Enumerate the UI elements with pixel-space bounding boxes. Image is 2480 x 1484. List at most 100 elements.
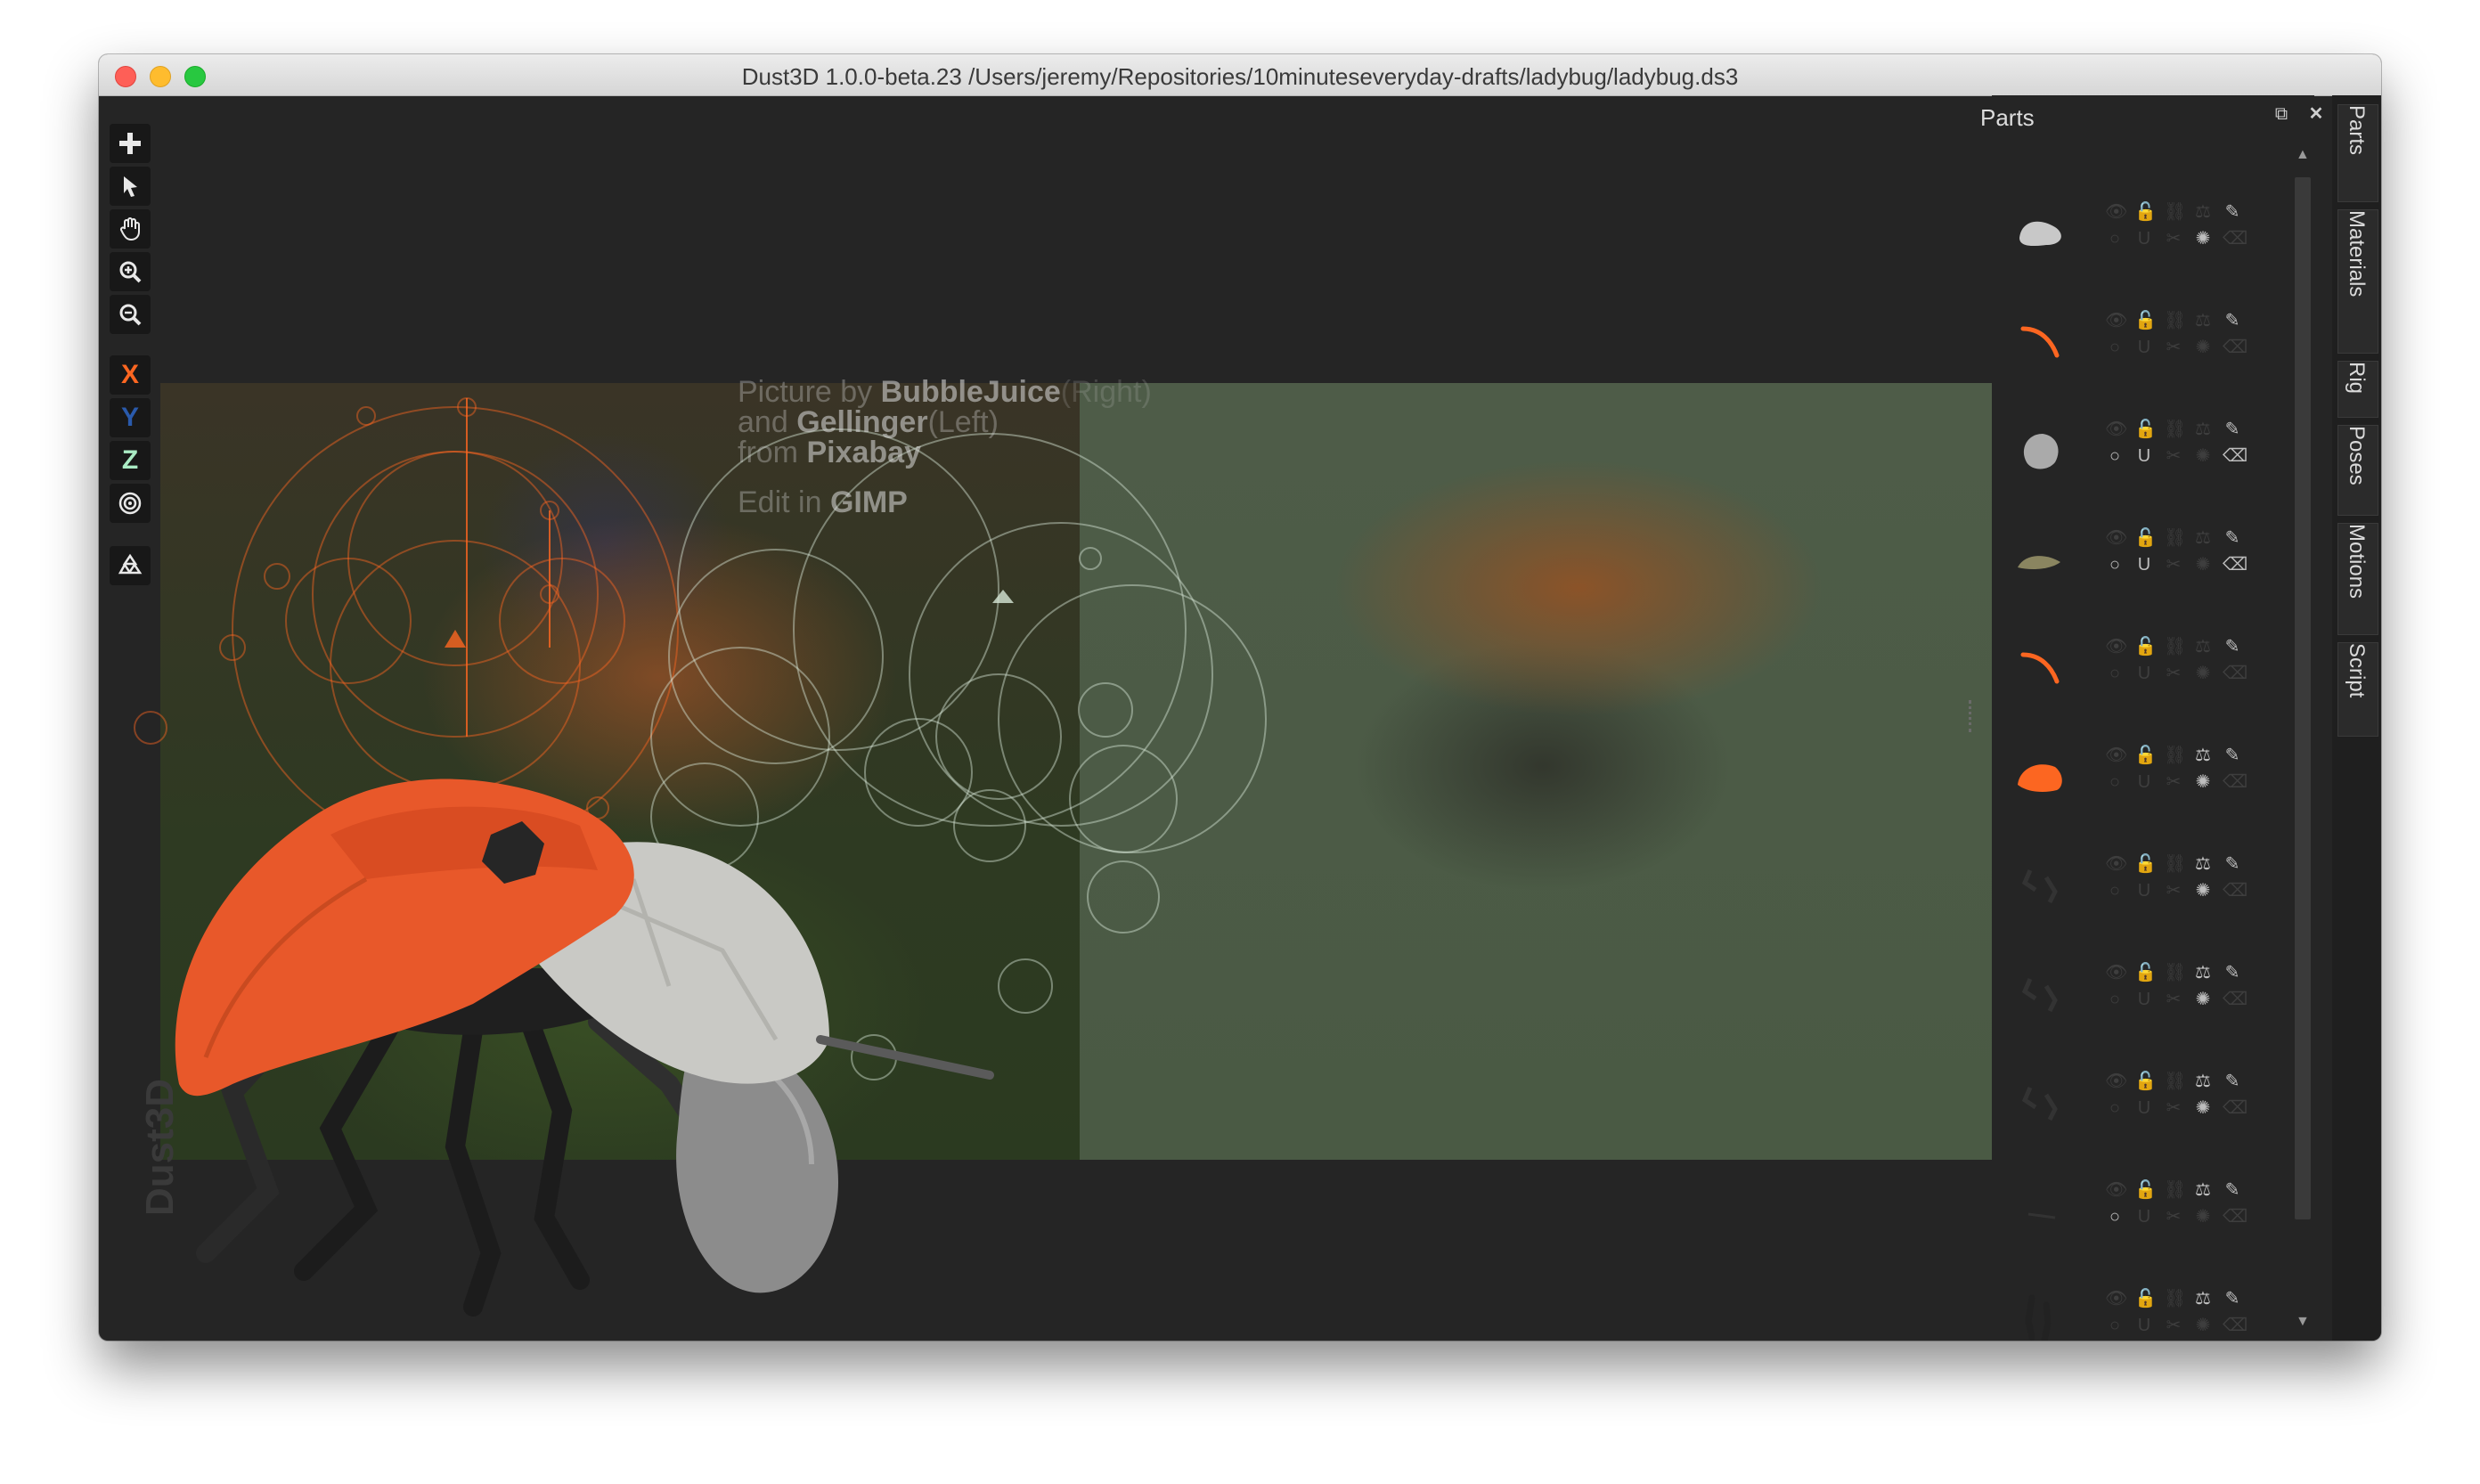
subdivide-gear-icon[interactable]: ✺ (2193, 1316, 2213, 1335)
visibility-eye-icon[interactable]: 👁 (2105, 202, 2127, 222)
link-icon[interactable]: ⛓ (2164, 1289, 2186, 1309)
cut-scissors-icon[interactable]: ✂ (2164, 1207, 2183, 1227)
brush-icon[interactable]: ✎ (2223, 420, 2242, 439)
float-panel-icon[interactable]: ⧉ (2272, 105, 2290, 123)
mirror-u-icon[interactable]: U (2134, 664, 2154, 683)
brush-icon[interactable]: ✎ (2223, 963, 2242, 983)
scroll-down-icon[interactable]: ▼ (2296, 1314, 2310, 1330)
cut-scissors-icon[interactable]: ✂ (2164, 338, 2183, 357)
subdivide-gear-icon[interactable]: ✺ (2193, 881, 2213, 901)
rounded-end-icon[interactable]: ○ (2105, 446, 2125, 466)
link-icon[interactable]: ⛓ (2164, 637, 2186, 656)
z-axis-toggle[interactable]: Z (110, 441, 151, 480)
balance-icon[interactable]: ⚖ (2193, 1289, 2213, 1309)
zoom-in-icon[interactable] (110, 252, 151, 291)
lock-icon[interactable]: 🔓 (2134, 1072, 2157, 1091)
subdivide-gear-icon[interactable]: ✺ (2193, 772, 2213, 792)
lock-icon[interactable]: 🔓 (2134, 528, 2157, 548)
brush-icon[interactable]: ✎ (2223, 528, 2242, 548)
scrollbar-thumb[interactable] (2295, 177, 2311, 1219)
subdivide-gear-icon[interactable]: ✺ (2193, 664, 2213, 683)
rounded-end-icon[interactable]: ○ (2105, 772, 2125, 792)
mirror-u-icon[interactable]: U (2134, 1316, 2154, 1335)
link-icon[interactable]: ⛓ (2164, 311, 2186, 330)
brush-icon[interactable]: ✎ (2223, 854, 2242, 874)
mirror-u-icon[interactable]: U (2134, 555, 2154, 575)
link-icon[interactable]: ⛓ (2164, 1180, 2186, 1200)
rounded-end-icon[interactable]: ○ (2105, 990, 2125, 1009)
brush-icon[interactable]: ✎ (2223, 637, 2242, 656)
radius-target-icon[interactable] (110, 484, 151, 523)
part-list-item[interactable]: 👁 🔓 ⛓ ⚖ ✎ ○ U ✂ ✺ ⌫ (2005, 293, 2272, 389)
rounded-end-icon[interactable]: ○ (2105, 881, 2125, 901)
close-panel-icon[interactable]: ✕ (2307, 105, 2325, 123)
part-list-item[interactable]: 👁 🔓 ⛓ ⚖ ✎ ○ U ✂ ✺ ⌫ (2005, 945, 2272, 1041)
mirror-u-icon[interactable]: U (2134, 229, 2154, 249)
visibility-eye-icon[interactable]: 👁 (2105, 1289, 2127, 1309)
mirror-u-icon[interactable]: U (2134, 1207, 2154, 1227)
visibility-eye-icon[interactable]: 👁 (2105, 963, 2127, 983)
visibility-eye-icon[interactable]: 👁 (2105, 746, 2127, 765)
balance-icon[interactable]: ⚖ (2193, 311, 2213, 330)
balance-icon[interactable]: ⚖ (2193, 1072, 2213, 1091)
cut-scissors-icon[interactable]: ✂ (2164, 772, 2183, 792)
eraser-icon[interactable]: ⌫ (2223, 881, 2248, 901)
eraser-icon[interactable]: ⌫ (2223, 990, 2248, 1009)
brush-icon[interactable]: ✎ (2223, 311, 2242, 330)
eraser-icon[interactable]: ⌫ (2223, 229, 2248, 249)
brush-icon[interactable]: ✎ (2223, 1072, 2242, 1091)
part-list-item[interactable]: 👁 🔓 ⛓ ⚖ ✎ ○ U ✂ ✺ ⌫ (2005, 1054, 2272, 1150)
lock-icon[interactable]: 🔓 (2134, 202, 2157, 222)
eraser-icon[interactable]: ⌫ (2223, 1207, 2248, 1227)
subdivide-gear-icon[interactable]: ✺ (2193, 990, 2213, 1009)
visibility-eye-icon[interactable]: 👁 (2105, 854, 2127, 874)
recycle-regenerate-icon[interactable] (110, 546, 151, 585)
balance-icon[interactable]: ⚖ (2193, 746, 2213, 765)
x-axis-toggle[interactable]: X (110, 355, 151, 395)
scroll-up-icon[interactable]: ▲ (2296, 147, 2310, 163)
link-icon[interactable]: ⛓ (2164, 854, 2186, 874)
rounded-end-icon[interactable]: ○ (2105, 1316, 2125, 1335)
tab-script[interactable]: Script (2337, 642, 2378, 737)
eraser-icon[interactable]: ⌫ (2223, 772, 2248, 792)
eraser-icon[interactable]: ⌫ (2223, 446, 2248, 466)
y-axis-toggle[interactable]: Y (110, 398, 151, 437)
zoom-out-icon[interactable] (110, 295, 151, 334)
lock-icon[interactable]: 🔓 (2134, 637, 2157, 656)
link-icon[interactable]: ⛓ (2164, 528, 2186, 548)
subdivide-gear-icon[interactable]: ✺ (2193, 555, 2213, 575)
link-icon[interactable]: ⛓ (2164, 420, 2186, 439)
brush-icon[interactable]: ✎ (2223, 746, 2242, 765)
part-list-item[interactable]: 👁 🔓 ⛓ ⚖ ✎ ○ U ✂ ✺ ⌫ (2005, 1162, 2272, 1259)
subdivide-gear-icon[interactable]: ✺ (2193, 446, 2213, 466)
cut-scissors-icon[interactable]: ✂ (2164, 1316, 2183, 1335)
link-icon[interactable]: ⛓ (2164, 746, 2186, 765)
rounded-end-icon[interactable]: ○ (2105, 664, 2125, 683)
select-cursor-icon[interactable] (110, 167, 151, 206)
hand-pan-icon[interactable] (110, 209, 151, 249)
lock-icon[interactable]: 🔓 (2134, 963, 2157, 983)
cut-scissors-icon[interactable]: ✂ (2164, 664, 2183, 683)
balance-icon[interactable]: ⚖ (2193, 637, 2213, 656)
visibility-eye-icon[interactable]: 👁 (2105, 528, 2127, 548)
brush-icon[interactable]: ✎ (2223, 1180, 2242, 1200)
visibility-eye-icon[interactable]: 👁 (2105, 311, 2127, 330)
balance-icon[interactable]: ⚖ (2193, 202, 2213, 222)
link-icon[interactable]: ⛓ (2164, 202, 2186, 222)
3d-viewport[interactable]: Picture by BubbleJuice(Right) and Gellin… (99, 95, 1992, 1341)
subdivide-gear-icon[interactable]: ✺ (2193, 1207, 2213, 1227)
eraser-icon[interactable]: ⌫ (2223, 664, 2248, 683)
part-list-item[interactable]: 👁 🔓 ⛓ ⚖ ✎ ○ U ✂ ✺ ⌫ (2005, 510, 2272, 607)
balance-icon[interactable]: ⚖ (2193, 1180, 2213, 1200)
balance-icon[interactable]: ⚖ (2193, 420, 2213, 439)
mirror-u-icon[interactable]: U (2134, 1098, 2154, 1118)
part-list-item[interactable]: 👁 🔓 ⛓ ⚖ ✎ ○ U ✂ ✺ ⌫ (2005, 184, 2272, 281)
brush-icon[interactable]: ✎ (2223, 202, 2242, 222)
subdivide-gear-icon[interactable]: ✺ (2193, 229, 2213, 249)
subdivide-gear-icon[interactable]: ✺ (2193, 1098, 2213, 1118)
link-icon[interactable]: ⛓ (2164, 963, 2186, 983)
lock-icon[interactable]: 🔓 (2134, 854, 2157, 874)
part-list-item[interactable]: 👁 🔓 ⛓ ⚖ ✎ ○ U ✂ ✺ ⌫ (2005, 402, 2272, 498)
part-list-item[interactable]: 👁 🔓 ⛓ ⚖ ✎ ○ U ✂ ✺ ⌫ (2005, 1271, 2272, 1341)
part-list-item[interactable]: 👁 🔓 ⛓ ⚖ ✎ ○ U ✂ ✺ ⌫ (2005, 619, 2272, 715)
